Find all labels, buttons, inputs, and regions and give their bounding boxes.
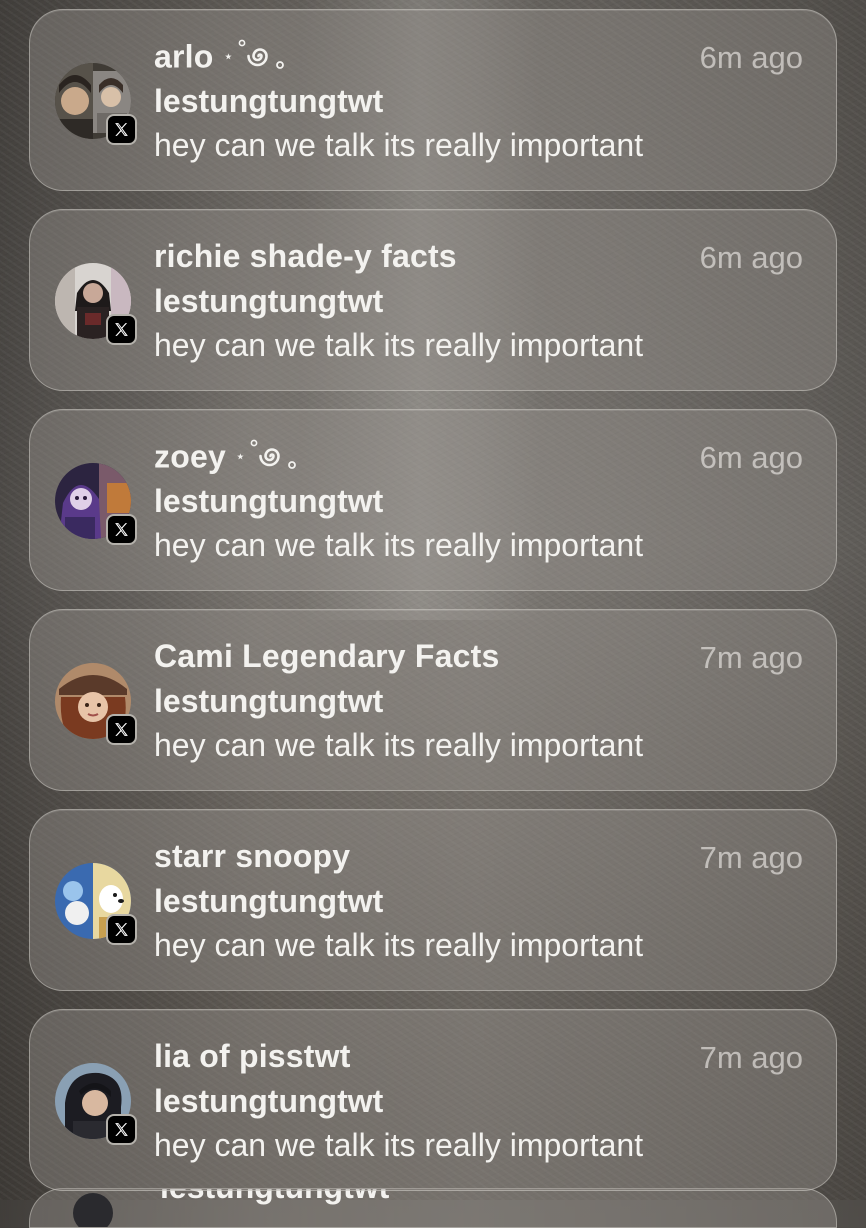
notification-title: richie shade-y facts (154, 238, 457, 274)
x-app-icon (106, 1114, 137, 1145)
x-app-icon (106, 314, 137, 345)
title-decoration: ⋆ (234, 437, 300, 481)
notification-card[interactable]: Cami Legendary Facts 7m ago lestungtungt… (29, 609, 837, 791)
notification-time: 7m ago (699, 1040, 803, 1075)
notification-card[interactable]: arlo ⋆ 6m ago lestungtungtwt hey can we … (29, 9, 837, 191)
sender-name: zoey (154, 438, 226, 475)
notification-title: Cami Legendary Facts (154, 638, 500, 674)
notification-title: zoey ⋆ (154, 437, 300, 481)
notification-subtitle: lestungtungtwt (154, 883, 384, 919)
notification-title: starr snoopy (154, 838, 351, 874)
title-decoration: ⋆ (222, 37, 288, 81)
notification-time: 6m ago (699, 40, 803, 75)
notification-time: 6m ago (699, 440, 803, 475)
x-app-icon (106, 514, 137, 545)
notification-message: hey can we talk its really important (154, 127, 644, 163)
notification-subtitle: lestungtungtwt (154, 83, 384, 119)
svg-text:⋆: ⋆ (224, 49, 233, 65)
notification-subtitle: lestungtungtwt (154, 283, 384, 319)
notification-title: arlo ⋆ (154, 37, 288, 81)
notification-message: hey can we talk its really important (154, 727, 644, 763)
notification-time: 6m ago (699, 240, 803, 275)
notification-card[interactable]: zoey ⋆ 6m ago lestungtungtwt hey can we … (29, 409, 837, 591)
notification-subtitle: lestungtungtwt (154, 1083, 384, 1119)
x-app-icon (106, 914, 137, 945)
svg-text:⋆: ⋆ (236, 449, 245, 465)
notification-card[interactable]: richie shade-y facts 6m ago lestungtungt… (29, 209, 837, 391)
x-app-icon (106, 714, 137, 745)
notification-time: 7m ago (699, 840, 803, 875)
notification-card[interactable]: starr snoopy 7m ago lestungtungtwt hey c… (29, 809, 837, 991)
notification-message: hey can we talk its really important (154, 1127, 644, 1163)
notification-message: hey can we talk its really important (154, 927, 644, 963)
notification-subtitle: lestungtungtwt (154, 483, 384, 519)
notification-list: arlo ⋆ 6m ago lestungtungtwt hey can we … (29, 9, 837, 1209)
notification-card[interactable]: lia of pisstwt 7m ago lestungtungtwt hey… (29, 1009, 837, 1191)
notification-time: 7m ago (699, 640, 803, 675)
notification-subtitle: lestungtungtwt (154, 683, 384, 719)
x-app-icon (106, 114, 137, 145)
notification-title: lia of pisstwt (154, 1038, 351, 1074)
notification-message: hey can we talk its really important (154, 527, 644, 563)
sender-name: arlo (154, 38, 214, 75)
notification-message: hey can we talk its really important (154, 327, 644, 363)
